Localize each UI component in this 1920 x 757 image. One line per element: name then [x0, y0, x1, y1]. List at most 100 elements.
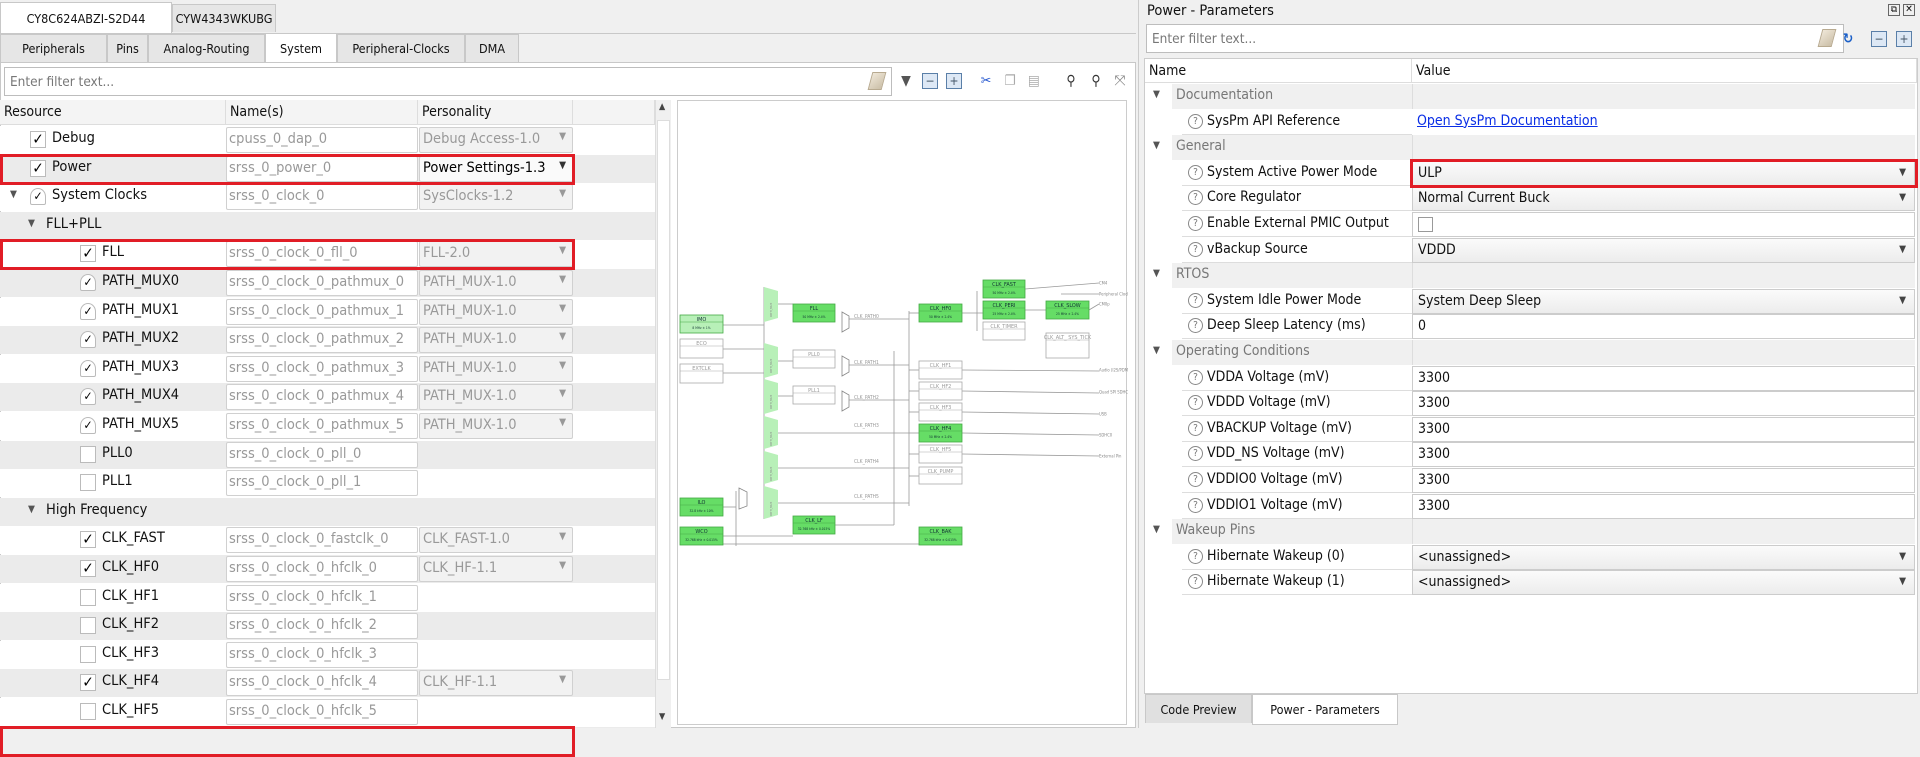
help-icon[interactable]: ?: [1188, 446, 1203, 461]
help-icon[interactable]: ?: [1188, 293, 1203, 308]
param-value-text[interactable]: 3300: [1412, 442, 1915, 467]
parameter-filter-input[interactable]: Enter filter text...: [1146, 24, 1844, 53]
instance-name-field[interactable]: srss_0_power_0: [226, 156, 418, 182]
resource-row-pll0[interactable]: PLL0srss_0_clock_0_pll_0: [0, 441, 655, 469]
personality-dropdown[interactable]: PATH_MUX-1.0▼: [419, 327, 573, 353]
param-row-enable-external-pmic-output[interactable]: ?Enable External PMIC Output: [1145, 212, 1915, 237]
expand-arrow-icon[interactable]: ▼: [1153, 268, 1160, 279]
param-row-deep-sleep-latency-ms-[interactable]: ?Deep Sleep Latency (ms)0: [1145, 314, 1915, 339]
column-header-value[interactable]: Value: [1412, 59, 1917, 83]
param-value-text[interactable]: 3300: [1412, 391, 1915, 416]
resource-row-fll[interactable]: ✓FLLsrss_0_clock_0_fll_0FLL-2.0▼: [0, 240, 655, 268]
personality-dropdown[interactable]: Power Settings-1.3▼: [419, 156, 573, 182]
resource-row-clk-hf1[interactable]: CLK_HF1srss_0_clock_0_hfclk_1: [0, 584, 655, 612]
resource-row-clk-hf3[interactable]: CLK_HF3srss_0_clock_0_hfclk_3: [0, 641, 655, 669]
resource-row-path-mux5[interactable]: ✓PATH_MUX5srss_0_clock_0_pathmux_5PATH_M…: [0, 412, 655, 440]
param-value-dropdown[interactable]: ULP▼: [1412, 161, 1915, 186]
instance-name-field[interactable]: cpuss_0_dap_0: [226, 127, 418, 153]
resource-row-power[interactable]: ✓Powersrss_0_power_0Power Settings-1.3▼: [0, 155, 655, 183]
param-row-vddd-voltage-mv-[interactable]: ?VDDD Voltage (mV)3300: [1145, 391, 1915, 416]
resource-row-path-mux1[interactable]: ✓PATH_MUX1srss_0_clock_0_pathmux_1PATH_M…: [0, 298, 655, 326]
instance-name-field[interactable]: srss_0_clock_0_pathmux_4: [226, 384, 418, 410]
help-icon[interactable]: ?: [1188, 395, 1203, 410]
personality-dropdown[interactable]: CLK_HF-1.1▼: [419, 556, 573, 582]
resource-row-path-mux0[interactable]: ✓PATH_MUX0srss_0_clock_0_pathmux_0PATH_M…: [0, 269, 655, 297]
resource-row-clk-hf4[interactable]: ✓CLK_HF4srss_0_clock_0_hfclk_4CLK_HF-1.1…: [0, 669, 655, 697]
resource-row-system-clocks[interactable]: ▼✓System Clockssrss_0_clock_0SysClocks-1…: [0, 183, 655, 211]
personality-dropdown[interactable]: FLL-2.0▼: [419, 241, 573, 267]
resource-row-high-frequency[interactable]: ▼High Frequency: [0, 498, 655, 526]
param-row-vdda-voltage-mv-[interactable]: ?VDDA Voltage (mV)3300: [1145, 366, 1915, 391]
param-row-hibernate-wakeup-1-[interactable]: ?Hibernate Wakeup (1)<unassigned>▼: [1145, 570, 1915, 595]
param-value-link[interactable]: Open SysPm Documentation: [1412, 110, 1915, 135]
tab-power-parameters[interactable]: Power - Parameters: [1252, 694, 1398, 725]
zoom-out-icon[interactable]: ⚲: [1088, 73, 1104, 89]
cut-icon[interactable]: ✂: [978, 73, 994, 89]
copy-icon[interactable]: ❐: [1002, 73, 1018, 89]
param-row-vbackup-source[interactable]: ?vBackup SourceVDDD▼: [1145, 238, 1915, 263]
param-row-vddio1-voltage-mv-[interactable]: ?VDDIO1 Voltage (mV)3300: [1145, 494, 1915, 519]
help-icon[interactable]: ?: [1188, 421, 1203, 436]
instance-name-field[interactable]: srss_0_clock_0_hfclk_2: [226, 613, 418, 639]
personality-dropdown[interactable]: PATH_MUX-1.0▼: [419, 299, 573, 325]
instance-name-field[interactable]: srss_0_clock_0_fll_0: [226, 241, 418, 267]
personality-dropdown[interactable]: SysClocks-1.2▼: [419, 184, 573, 210]
param-value-text[interactable]: 3300: [1412, 494, 1915, 519]
param-row-system-active-power-mode[interactable]: ?System Active Power ModeULP▼: [1145, 161, 1915, 186]
checkbox[interactable]: [80, 617, 96, 634]
param-value-dropdown[interactable]: <unassigned>▼: [1412, 545, 1915, 570]
help-icon[interactable]: ?: [1188, 216, 1203, 231]
personality-dropdown[interactable]: PATH_MUX-1.0▼: [419, 413, 573, 439]
refresh-icon[interactable]: ↻: [1840, 31, 1856, 47]
column-header-names[interactable]: Name(s): [226, 100, 418, 125]
param-value-text[interactable]: 3300: [1412, 366, 1915, 391]
expand-arrow-icon[interactable]: ▼: [28, 504, 35, 515]
resource-row-path-mux2[interactable]: ✓PATH_MUX2srss_0_clock_0_pathmux_2PATH_M…: [0, 326, 655, 354]
instance-name-field[interactable]: srss_0_clock_0_fastclk_0: [226, 527, 418, 553]
collapse-all-icon[interactable]: −: [1871, 31, 1887, 47]
tab-device-cyw4343[interactable]: CYW4343WKUBG: [172, 4, 276, 32]
tab-peripheral-clocks[interactable]: Peripheral-Clocks: [337, 34, 465, 62]
param-row-hibernate-wakeup-0-[interactable]: ?Hibernate Wakeup (0)<unassigned>▼: [1145, 545, 1915, 570]
personality-dropdown[interactable]: PATH_MUX-1.0▼: [419, 384, 573, 410]
instance-name-field[interactable]: srss_0_clock_0_pathmux_5: [226, 413, 418, 439]
close-icon[interactable]: ✕: [1903, 4, 1915, 16]
tab-peripherals[interactable]: Peripherals: [0, 34, 107, 62]
help-icon[interactable]: ?: [1188, 242, 1203, 257]
column-header-name[interactable]: Name: [1145, 59, 1412, 83]
zoom-in-icon[interactable]: ⚲: [1063, 73, 1079, 89]
checkbox[interactable]: [80, 703, 96, 720]
expand-arrow-icon[interactable]: ▼: [1153, 524, 1160, 535]
scroll-up-icon[interactable]: ▲: [659, 102, 665, 112]
resource-row-clk-hf2[interactable]: CLK_HF2srss_0_clock_0_hfclk_2: [0, 612, 655, 640]
param-value-text[interactable]: 3300: [1412, 468, 1915, 493]
expand-arrow-icon[interactable]: ▼: [10, 189, 17, 200]
tab-pins[interactable]: Pins: [107, 34, 148, 62]
resource-filter-input[interactable]: Enter filter text...: [4, 67, 892, 96]
help-icon[interactable]: ?: [1188, 165, 1203, 180]
instance-name-field[interactable]: srss_0_clock_0: [226, 184, 418, 210]
help-icon[interactable]: ?: [1188, 472, 1203, 487]
instance-name-field[interactable]: srss_0_clock_0_hfclk_3: [226, 642, 418, 668]
instance-name-field[interactable]: srss_0_clock_0_hfclk_4: [226, 670, 418, 696]
resource-row-clk-fast[interactable]: ✓CLK_FASTsrss_0_clock_0_fastclk_0CLK_FAS…: [0, 526, 655, 554]
filter-icon[interactable]: ▼: [898, 73, 914, 89]
resource-row-fll-pll[interactable]: ▼FLL+PLL: [0, 212, 655, 240]
checkbox[interactable]: ✓: [30, 131, 46, 148]
checkbox[interactable]: [1418, 217, 1433, 232]
param-value-dropdown[interactable]: VDDD▼: [1412, 238, 1915, 263]
help-icon[interactable]: ?: [1188, 318, 1203, 333]
resource-row-debug[interactable]: ✓Debugcpuss_0_dap_0Debug Access-1.0▼: [0, 126, 655, 154]
checkbox[interactable]: [80, 589, 96, 606]
help-icon[interactable]: ?: [1188, 190, 1203, 205]
checkbox[interactable]: [80, 646, 96, 663]
param-value-dropdown[interactable]: System Deep Sleep▼: [1412, 289, 1915, 314]
documentation-link[interactable]: Open SysPm Documentation: [1417, 113, 1598, 129]
tab-analog-routing[interactable]: Analog-Routing: [148, 34, 265, 62]
checkbox[interactable]: ✓: [80, 245, 96, 262]
param-row-vddio0-voltage-mv-[interactable]: ?VDDIO0 Voltage (mV)3300: [1145, 468, 1915, 493]
param-row-vbackup-voltage-mv-[interactable]: ?VBACKUP Voltage (mV)3300: [1145, 417, 1915, 442]
param-row-core-regulator[interactable]: ?Core RegulatorNormal Current Buck▼: [1145, 186, 1915, 211]
column-header-personality[interactable]: Personality: [418, 100, 573, 125]
scroll-down-icon[interactable]: ▼: [659, 712, 665, 722]
